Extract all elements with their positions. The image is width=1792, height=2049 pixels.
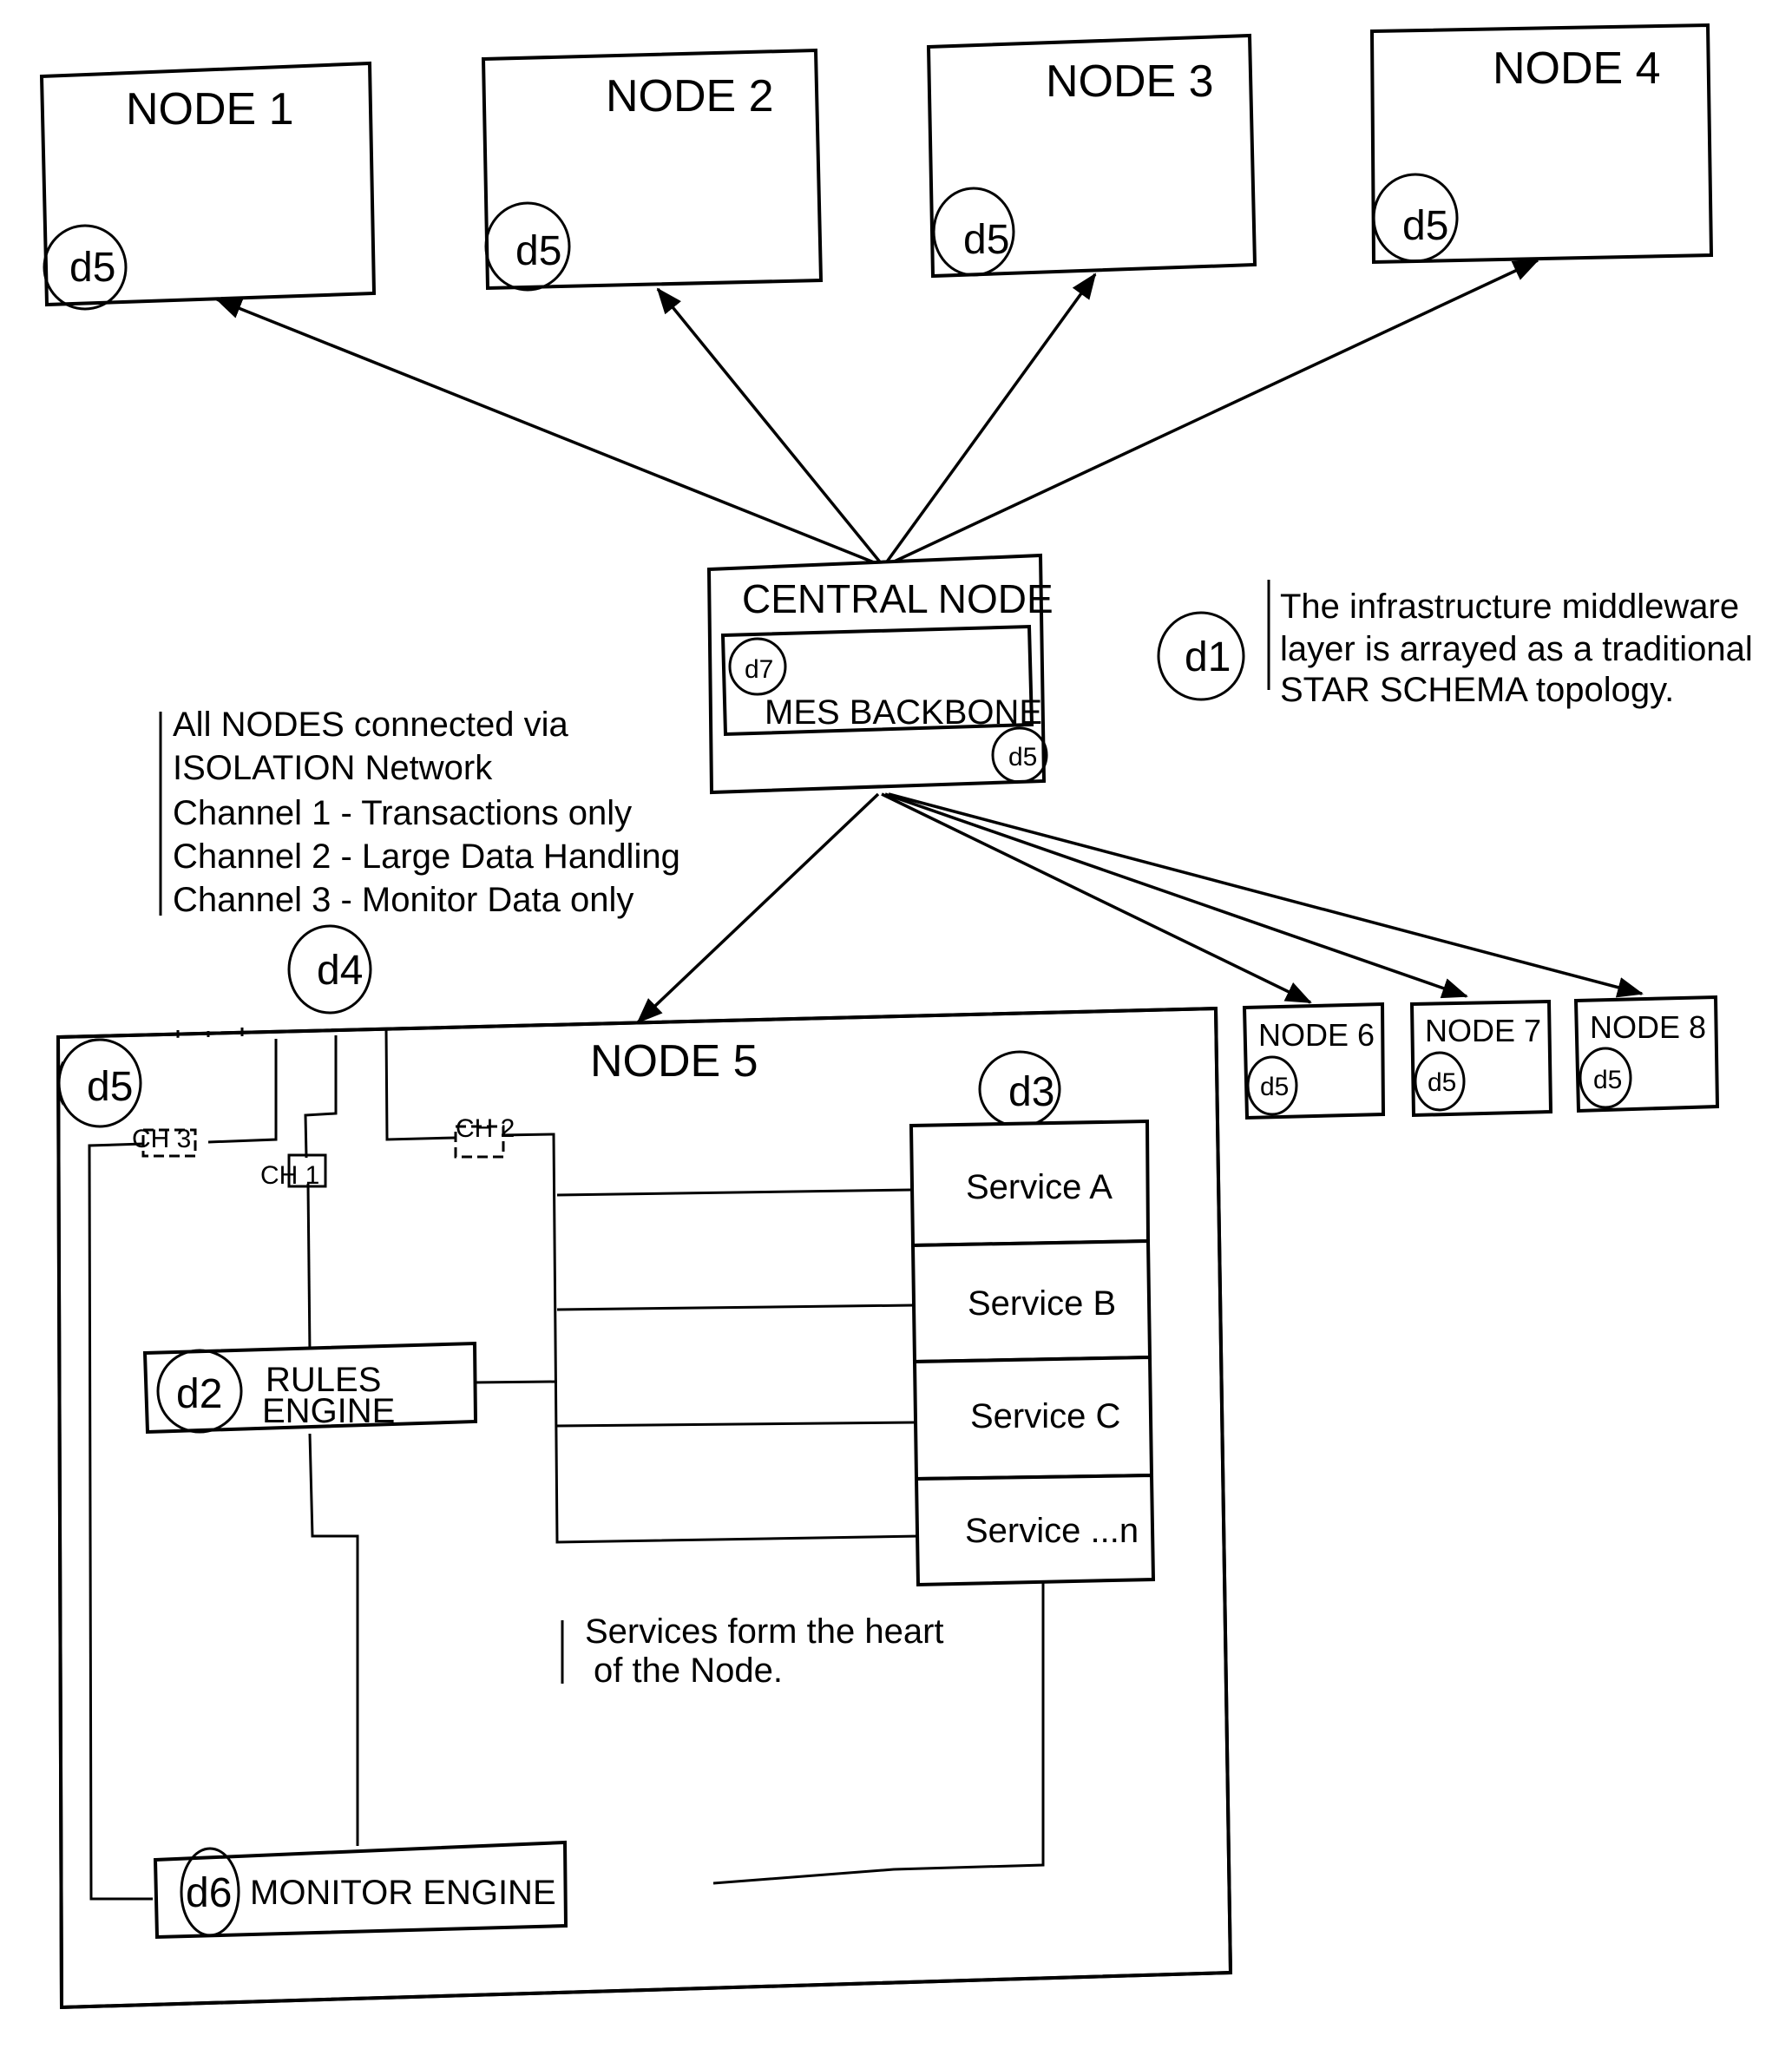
node-5-interior: NODE 5 d5 CH 3 CH 1 CH 2 d2 RULES ENGINE… bbox=[56, 1006, 1233, 2010]
service-b-label: Service B bbox=[968, 1284, 1116, 1323]
service-c-label: Service C bbox=[970, 1397, 1120, 1435]
service-b[interactable]: Service B bbox=[910, 1238, 1152, 1364]
services-stack: d3 Service A Service B Service C Service… bbox=[909, 1050, 1156, 1587]
ref-d2: d2 bbox=[176, 1371, 222, 1417]
monitor-engine-label: MONITOR ENGINE bbox=[250, 1874, 556, 1912]
ch1-label: CH 1 bbox=[260, 1161, 319, 1190]
ch2-label: CH 2 bbox=[456, 1114, 515, 1143]
service-a[interactable]: Service A bbox=[909, 1119, 1151, 1248]
service-c[interactable]: Service C bbox=[912, 1355, 1154, 1481]
monitor-engine[interactable]: d6 MONITOR ENGINE bbox=[153, 1840, 568, 1940]
service-n-label: Service ...n bbox=[965, 1512, 1139, 1550]
ref-d6: d6 bbox=[186, 1870, 232, 1916]
note-line: of the Node. bbox=[594, 1652, 783, 1690]
rules-engine[interactable]: d2 RULES ENGINE bbox=[142, 1341, 478, 1435]
ref-d5: d5 bbox=[87, 1064, 133, 1110]
note-line: Services form the heart bbox=[585, 1612, 944, 1651]
service-n[interactable]: Service ...n bbox=[914, 1473, 1156, 1587]
service-a-label: Service A bbox=[966, 1168, 1113, 1206]
node-5-label: NODE 5 bbox=[590, 1036, 758, 1087]
rules-engine-line2: ENGINE bbox=[262, 1392, 395, 1430]
ref-d3: d3 bbox=[1008, 1069, 1054, 1115]
ch1-to-rules bbox=[306, 1183, 312, 1355]
channel-3-port[interactable]: CH 3 bbox=[132, 1125, 197, 1158]
ch3-label: CH 3 bbox=[132, 1125, 191, 1153]
